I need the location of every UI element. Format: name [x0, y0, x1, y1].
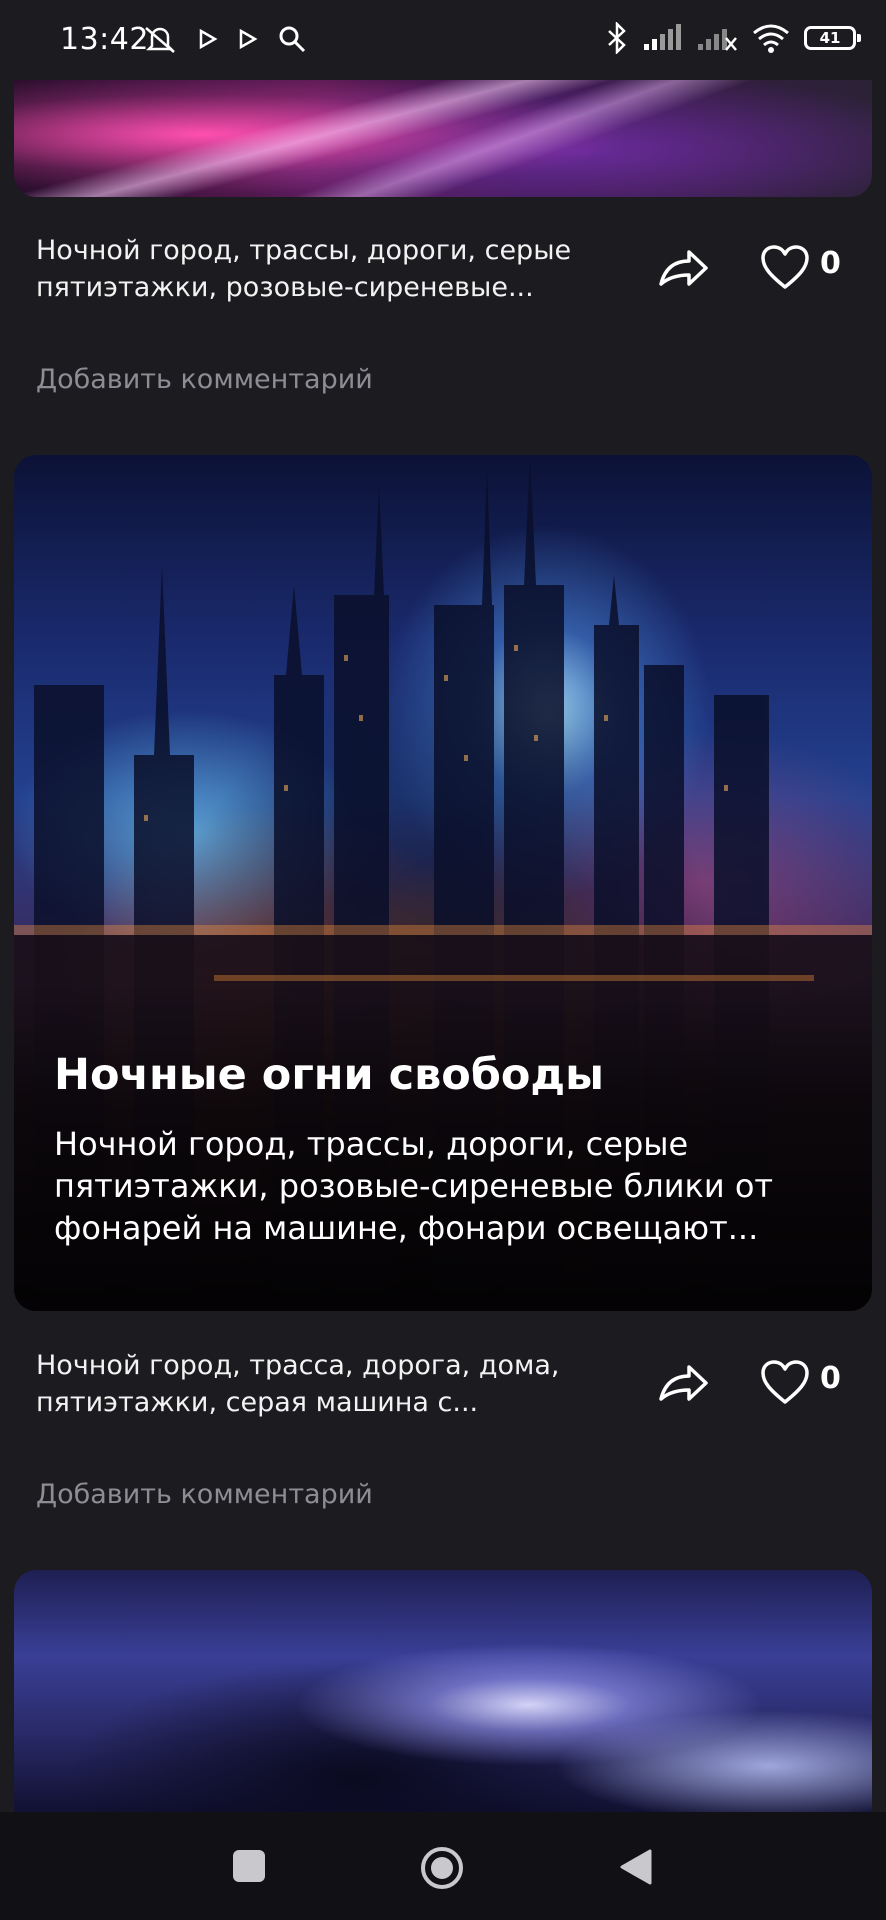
share-icon[interactable]: [655, 244, 711, 292]
heart-icon[interactable]: [760, 244, 810, 292]
status-time: 13:42: [60, 22, 149, 57]
heart-icon[interactable]: [760, 1359, 810, 1407]
signal-icon: [644, 24, 681, 50]
search-icon: [279, 26, 306, 53]
add-comment-link[interactable]: Добавить комментарий: [36, 364, 373, 395]
post-image[interactable]: Ночные огни свободы Ночной город, трассы…: [14, 455, 872, 1311]
recents-icon[interactable]: [233, 1850, 265, 1882]
bluetooth-icon: [608, 22, 626, 54]
post-footer: Ночной город, трасса, дорога, дома, пяти…: [0, 1347, 886, 1437]
like-count: 0: [820, 246, 841, 281]
bell-off-icon: [145, 27, 175, 53]
post-image[interactable]: [14, 1570, 872, 1815]
play-icon: [199, 28, 218, 50]
add-comment-link[interactable]: Добавить комментарий: [36, 1479, 373, 1510]
signal-off-icon: [698, 29, 737, 51]
post-description[interactable]: Ночной город, трасса, дорога, дома, пяти…: [36, 1347, 626, 1421]
status-bar: 13:42 41: [0, 0, 886, 80]
home-icon[interactable]: [420, 1846, 464, 1890]
like-count: 0: [820, 1361, 841, 1396]
back-icon[interactable]: [618, 1848, 654, 1886]
play-icon: [239, 28, 258, 50]
image-title: Ночные огни свободы: [54, 1050, 605, 1100]
post-description[interactable]: Ночной город, трассы, дороги, серые пяти…: [36, 232, 626, 306]
battery-icon: 41: [804, 26, 861, 50]
share-icon[interactable]: [655, 1359, 711, 1407]
system-nav-bar: [0, 1812, 886, 1920]
wifi-icon: [753, 24, 789, 53]
image-text: Ночной город, трассы, дороги, серые пяти…: [54, 1125, 774, 1247]
post-footer: Ночной город, трассы, дороги, серые пяти…: [0, 232, 886, 322]
